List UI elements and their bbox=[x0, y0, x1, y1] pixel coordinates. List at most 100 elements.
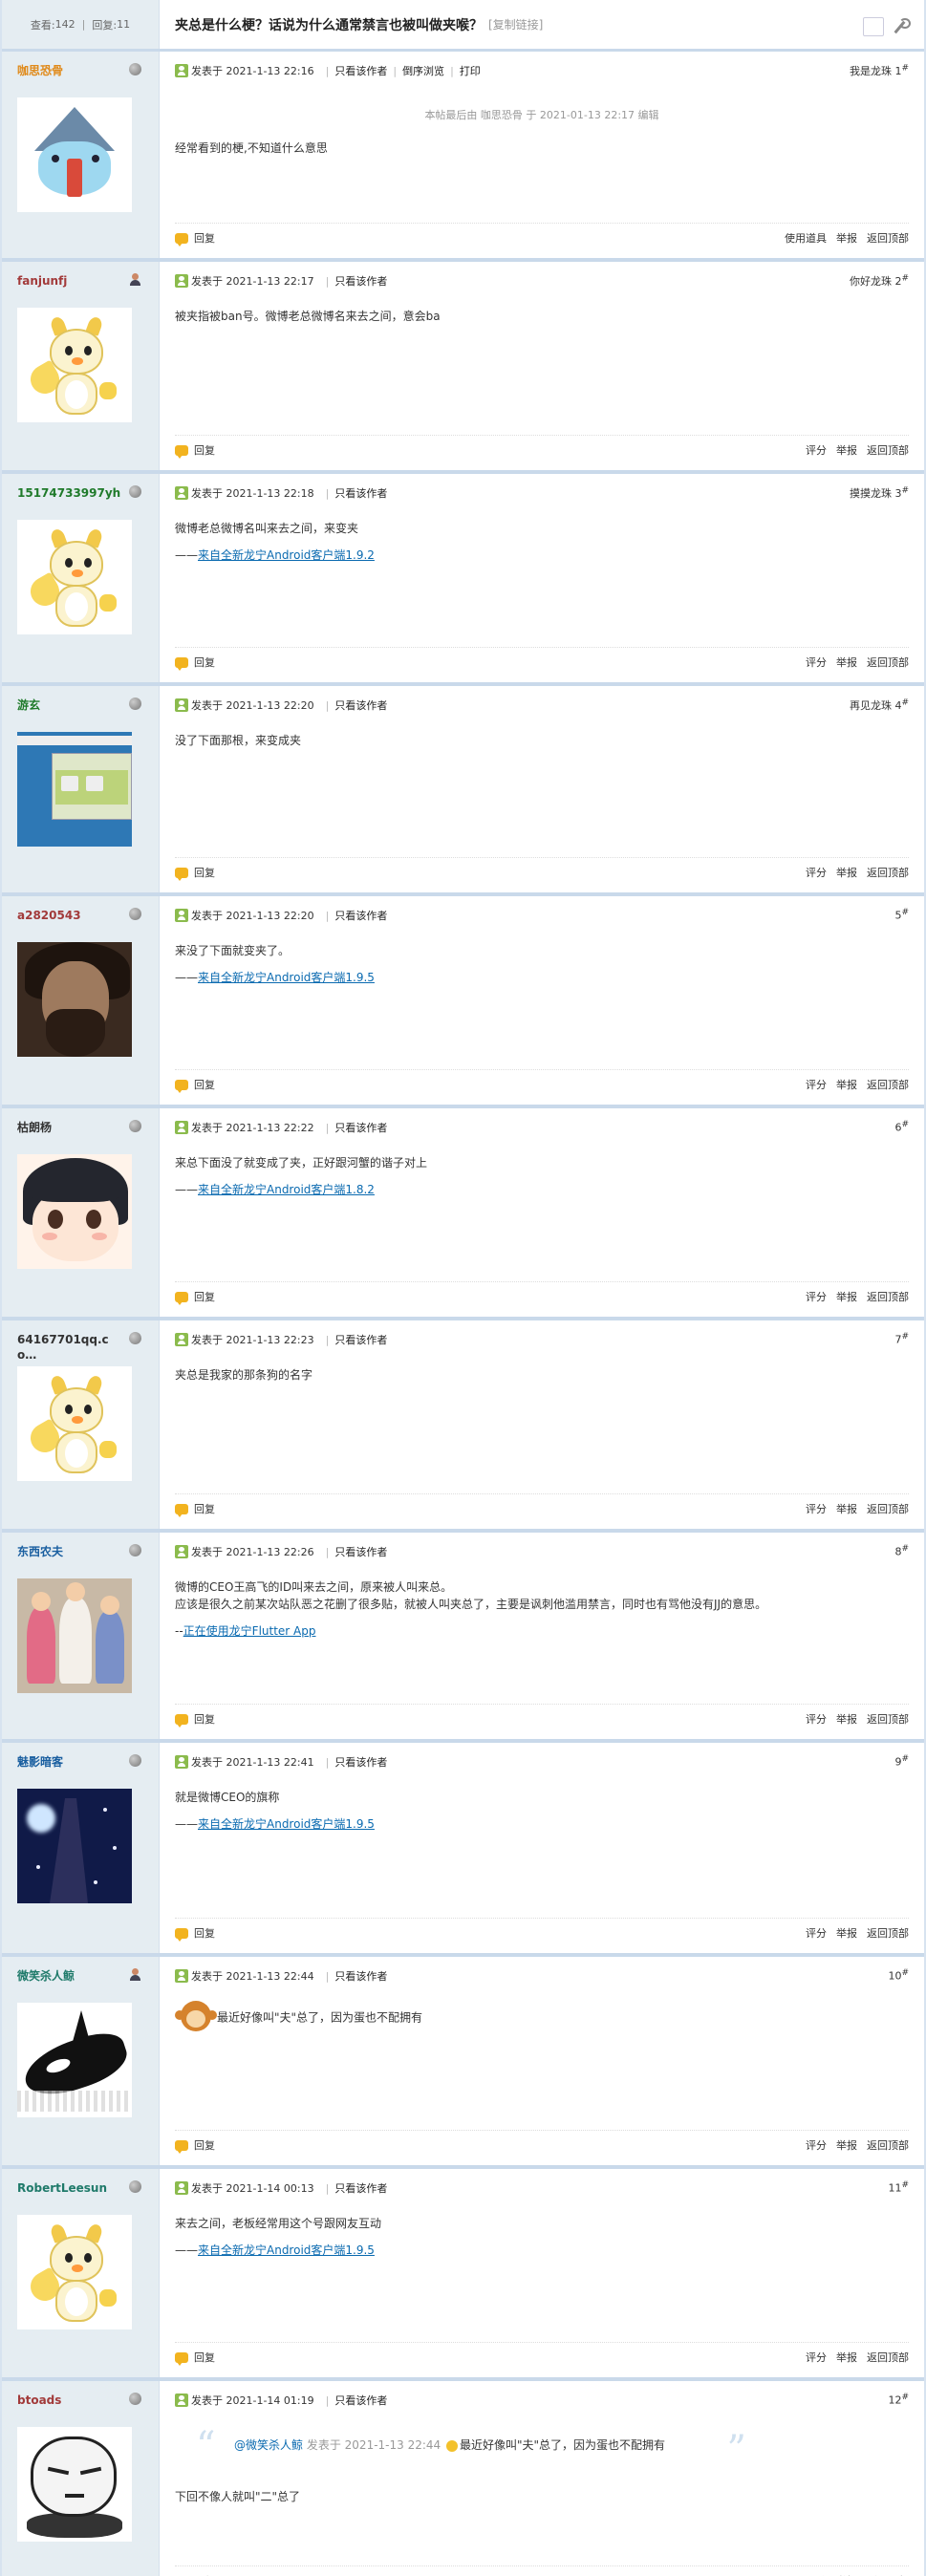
only-author-link[interactable]: 只看该作者 bbox=[334, 2393, 387, 2408]
reply-button[interactable]: 回复 bbox=[194, 1077, 215, 1092]
wrench-icon[interactable] bbox=[892, 18, 911, 34]
quote-user-link[interactable]: @微笑杀人鲸 bbox=[234, 2438, 303, 2452]
floor-number[interactable]: 11# bbox=[888, 2180, 909, 2195]
username[interactable]: 东西农夫 bbox=[17, 1544, 122, 1571]
client-link[interactable]: 来自全新龙宁Android客户端1.9.2 bbox=[198, 548, 375, 562]
username[interactable]: 15174733997yh bbox=[17, 485, 122, 512]
copy-link[interactable]: [复制链接] bbox=[488, 16, 543, 32]
client-link[interactable]: 来自全新龙宁Android客户端1.9.5 bbox=[198, 971, 375, 984]
username[interactable]: 游玄 bbox=[17, 698, 122, 724]
back-to-top-link[interactable]: 返回顶部 bbox=[867, 1077, 909, 1092]
client-link[interactable]: 正在使用龙宁Flutter App bbox=[183, 1624, 316, 1638]
avatar[interactable] bbox=[17, 732, 132, 847]
only-author-link[interactable]: 只看该作者 bbox=[334, 1120, 387, 1135]
floor-number[interactable]: 12# bbox=[888, 2393, 909, 2407]
client-link[interactable]: 来自全新龙宁Android客户端1.9.5 bbox=[198, 2243, 375, 2257]
floor-number[interactable]: 10# bbox=[888, 1968, 909, 1983]
reply-button[interactable]: 回复 bbox=[194, 865, 215, 880]
floor-number[interactable]: 我是龙珠 1# bbox=[850, 63, 909, 78]
avatar[interactable] bbox=[17, 2003, 132, 2117]
report-link[interactable]: 举报 bbox=[836, 1289, 857, 1304]
avatar[interactable] bbox=[17, 1366, 132, 1481]
avatar[interactable] bbox=[17, 520, 132, 634]
username[interactable]: 微笑杀人鲸 bbox=[17, 1968, 122, 1995]
avatar[interactable] bbox=[17, 1789, 132, 1903]
only-author-link[interactable]: 只看该作者 bbox=[334, 2180, 387, 2196]
reply-button[interactable]: 回复 bbox=[194, 1711, 215, 1727]
reply-button[interactable]: 回复 bbox=[194, 230, 215, 246]
avatar[interactable] bbox=[17, 1578, 132, 1693]
username[interactable]: btoads bbox=[17, 2393, 122, 2419]
rate-link[interactable]: 评分 bbox=[806, 865, 827, 880]
back-to-top-link[interactable]: 返回顶部 bbox=[867, 1711, 909, 1727]
reply-button[interactable]: 回复 bbox=[194, 1925, 215, 1941]
avatar[interactable] bbox=[17, 2427, 132, 2542]
rate-link[interactable]: 评分 bbox=[806, 1501, 827, 1516]
reply-button[interactable]: 回复 bbox=[194, 2137, 215, 2153]
report-link[interactable]: 举报 bbox=[836, 1501, 857, 1516]
back-to-top-link[interactable]: 返回顶部 bbox=[867, 2350, 909, 2365]
reply-button[interactable]: 回复 bbox=[194, 1501, 215, 1516]
reply-button[interactable]: 回复 bbox=[194, 442, 215, 458]
client-link[interactable]: 来自全新龙宁Android客户端1.8.2 bbox=[198, 1183, 375, 1196]
rate-link[interactable]: 评分 bbox=[806, 1925, 827, 1941]
report-link[interactable]: 举报 bbox=[836, 655, 857, 670]
avatar[interactable] bbox=[17, 2215, 132, 2329]
report-link[interactable]: 举报 bbox=[836, 2137, 857, 2153]
username[interactable]: fanjunfj bbox=[17, 273, 122, 300]
floor-number[interactable]: 6# bbox=[894, 1120, 909, 1134]
only-author-link[interactable]: 只看该作者 bbox=[334, 1332, 387, 1347]
report-link[interactable]: 举报 bbox=[836, 1077, 857, 1092]
username[interactable]: 咖思恐骨 bbox=[17, 63, 122, 90]
back-to-top-link[interactable]: 返回顶部 bbox=[867, 655, 909, 670]
floor-number[interactable]: 摸摸龙珠 3# bbox=[850, 485, 909, 501]
report-link[interactable]: 举报 bbox=[836, 1925, 857, 1941]
username[interactable]: 枯朗杨 bbox=[17, 1120, 122, 1147]
only-author-link[interactable]: 只看该作者 bbox=[334, 698, 387, 713]
rate-link[interactable]: 评分 bbox=[806, 1289, 827, 1304]
back-to-top-link[interactable]: 返回顶部 bbox=[867, 442, 909, 458]
rate-link[interactable]: 评分 bbox=[806, 655, 827, 670]
report-link[interactable]: 举报 bbox=[836, 442, 857, 458]
rate-link[interactable]: 评分 bbox=[806, 1711, 827, 1727]
only-author-link[interactable]: 只看该作者 bbox=[334, 485, 387, 501]
report-link[interactable]: 举报 bbox=[836, 865, 857, 880]
floor-number[interactable]: 7# bbox=[894, 1332, 909, 1346]
use-tool-link[interactable]: 使用道具 bbox=[785, 230, 827, 246]
report-link[interactable]: 举报 bbox=[836, 1711, 857, 1727]
reverse-view-link[interactable]: 倒序浏览 bbox=[402, 63, 444, 78]
floor-number[interactable]: 再见龙珠 4# bbox=[850, 698, 909, 713]
report-link[interactable]: 举报 bbox=[836, 2350, 857, 2365]
floor-number[interactable]: 5# bbox=[894, 908, 909, 922]
only-author-link[interactable]: 只看该作者 bbox=[334, 273, 387, 289]
back-to-top-link[interactable]: 返回顶部 bbox=[867, 865, 909, 880]
avatar[interactable] bbox=[17, 308, 132, 422]
floor-number[interactable]: 你好龙珠 2# bbox=[850, 273, 909, 289]
avatar[interactable] bbox=[17, 942, 132, 1057]
rate-link[interactable]: 评分 bbox=[806, 2137, 827, 2153]
reply-button[interactable]: 回复 bbox=[194, 1289, 215, 1304]
back-to-top-link[interactable]: 返回顶部 bbox=[867, 1925, 909, 1941]
checkbox-icon[interactable] bbox=[863, 17, 884, 36]
client-link[interactable]: 来自全新龙宁Android客户端1.9.5 bbox=[198, 1817, 375, 1831]
rate-link[interactable]: 评分 bbox=[806, 1077, 827, 1092]
floor-number[interactable]: 9# bbox=[894, 1754, 909, 1769]
back-to-top-link[interactable]: 返回顶部 bbox=[867, 1289, 909, 1304]
username[interactable]: a2820543 bbox=[17, 908, 122, 934]
back-to-top-link[interactable]: 返回顶部 bbox=[867, 1501, 909, 1516]
back-to-top-link[interactable]: 返回顶部 bbox=[867, 230, 909, 246]
report-link[interactable]: 举报 bbox=[836, 230, 857, 246]
back-to-top-link[interactable]: 返回顶部 bbox=[867, 2137, 909, 2153]
avatar[interactable] bbox=[17, 97, 132, 212]
floor-number[interactable]: 8# bbox=[894, 1544, 909, 1558]
only-author-link[interactable]: 只看该作者 bbox=[334, 1544, 387, 1559]
only-author-link[interactable]: 只看该作者 bbox=[334, 1968, 387, 1984]
reply-button[interactable]: 回复 bbox=[194, 2350, 215, 2365]
rate-link[interactable]: 评分 bbox=[806, 2350, 827, 2365]
avatar[interactable] bbox=[17, 1154, 132, 1269]
only-author-link[interactable]: 只看该作者 bbox=[334, 908, 387, 923]
print-link[interactable]: 打印 bbox=[460, 63, 481, 78]
rate-link[interactable]: 评分 bbox=[806, 442, 827, 458]
only-author-link[interactable]: 只看该作者 bbox=[334, 1754, 387, 1770]
reply-button[interactable]: 回复 bbox=[194, 655, 215, 670]
